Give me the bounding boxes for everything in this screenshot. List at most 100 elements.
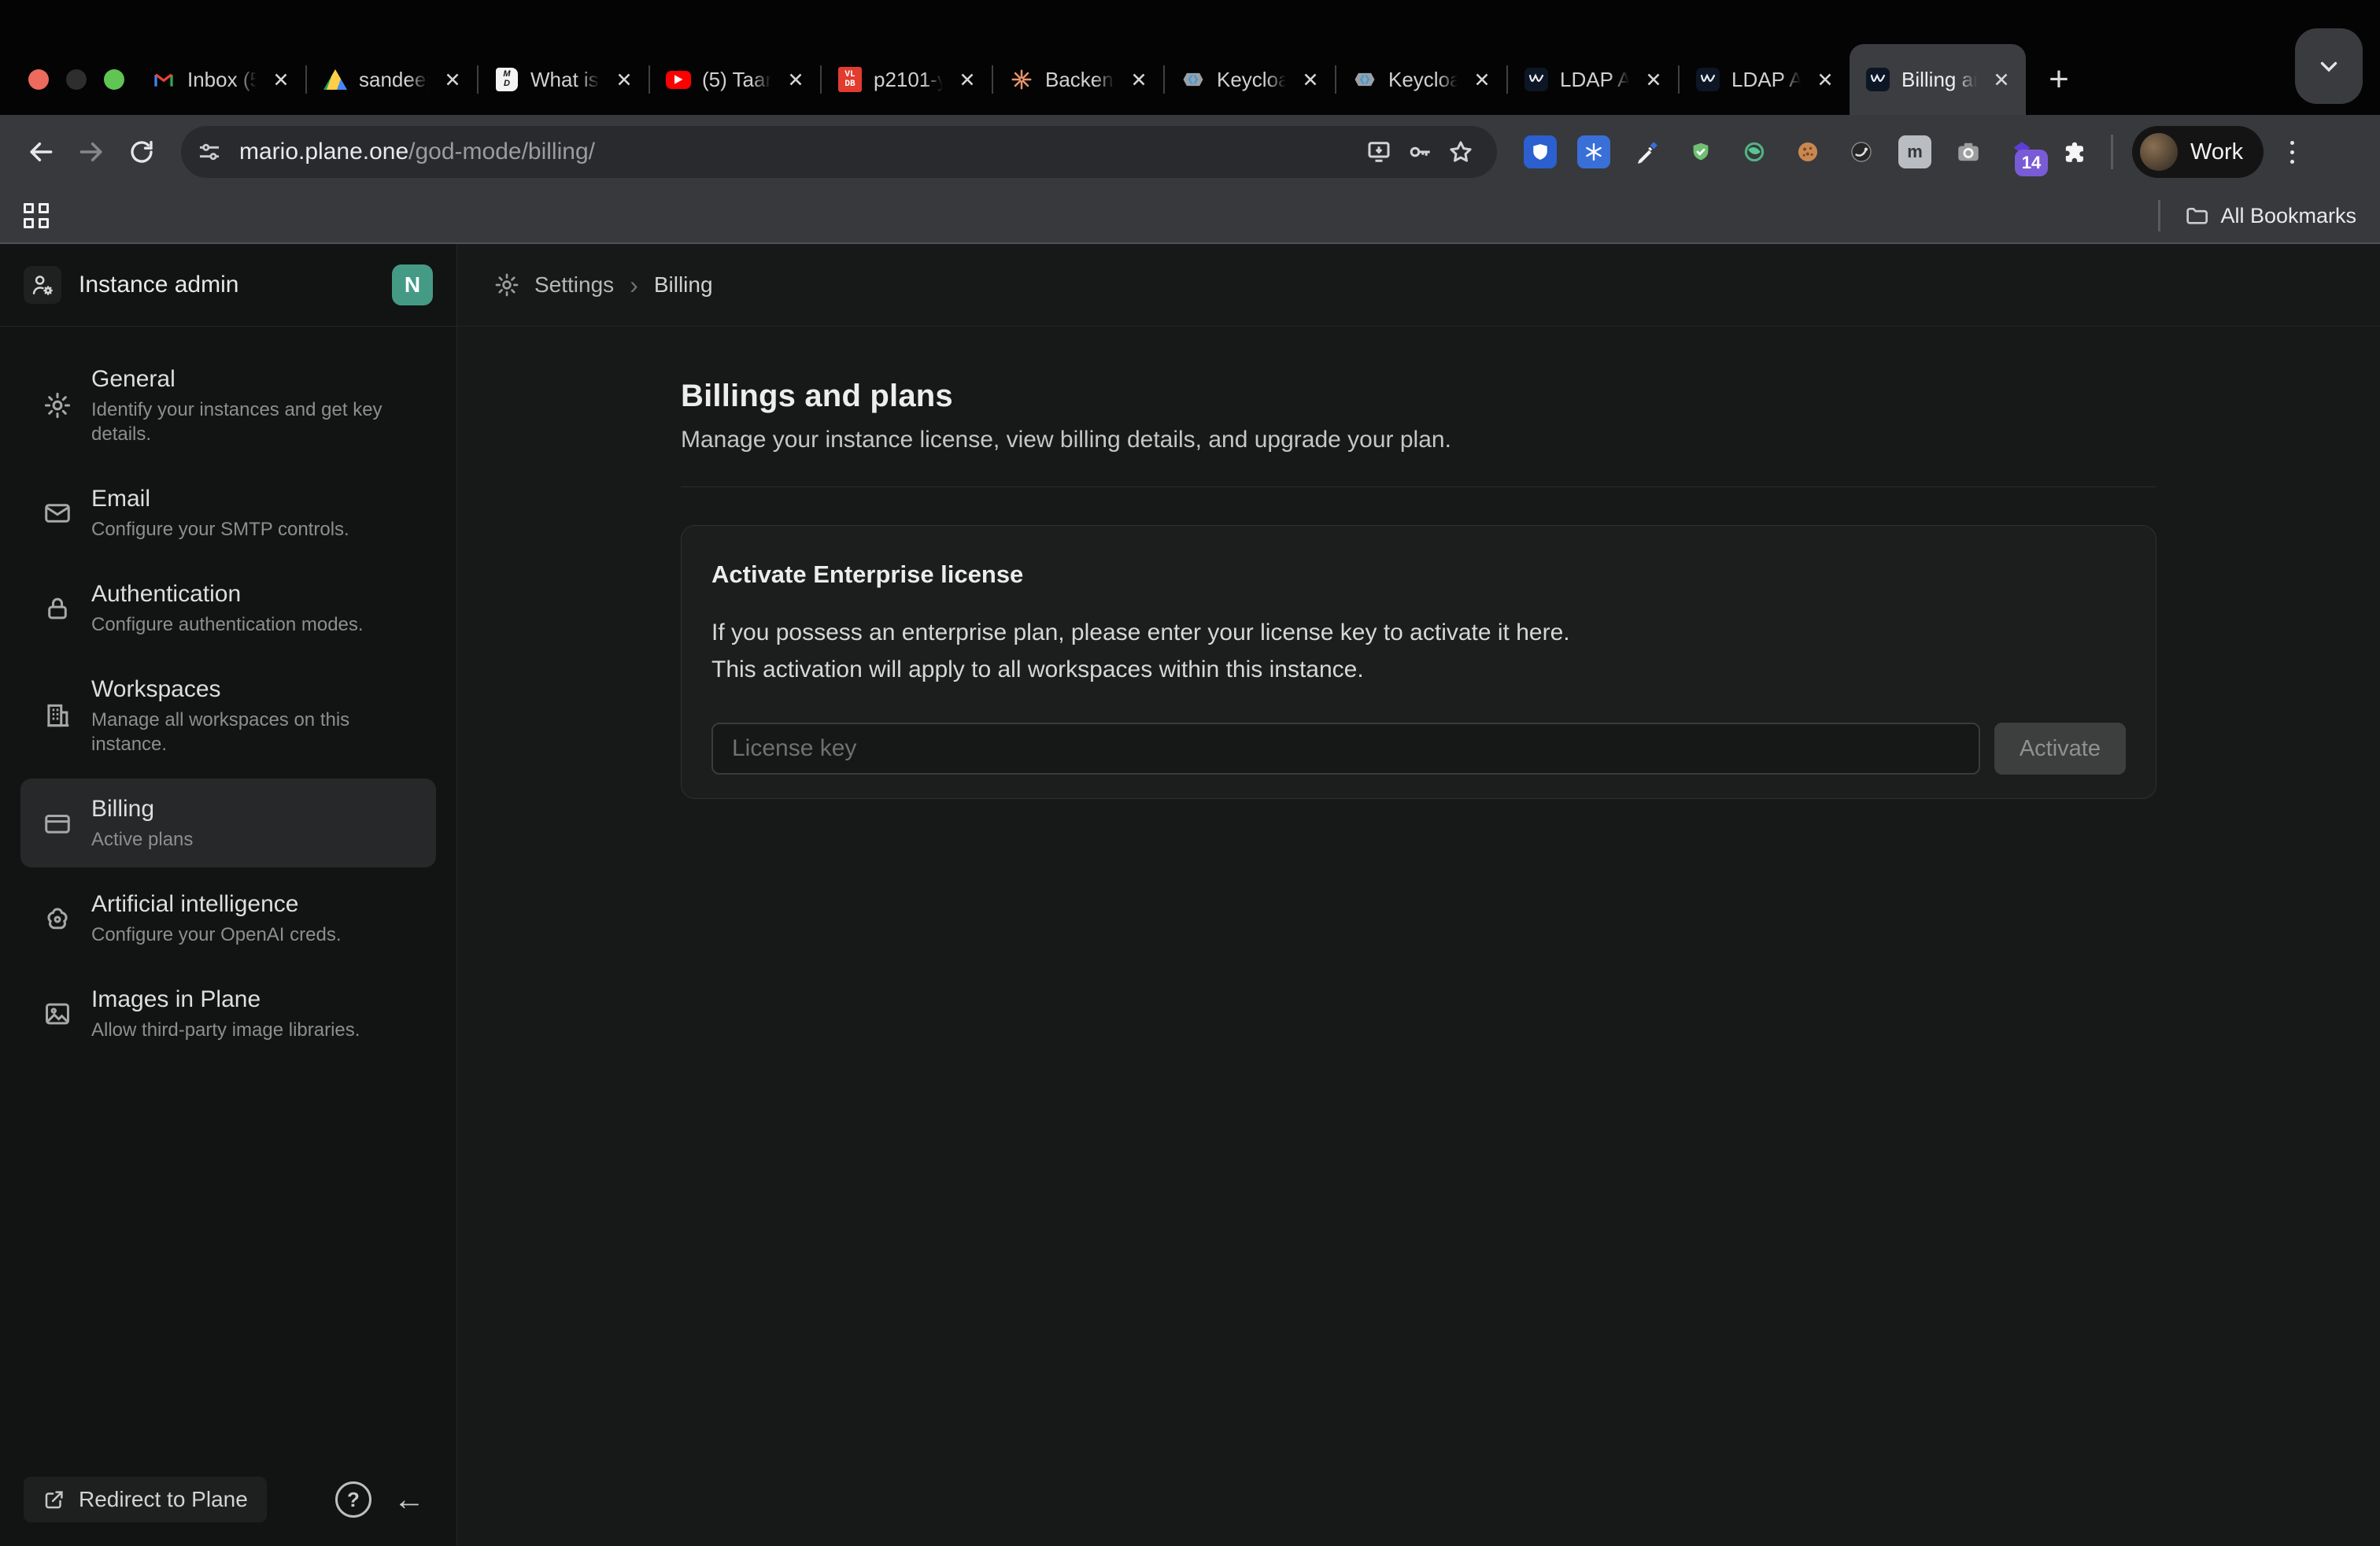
close-window-button[interactable] xyxy=(28,69,49,90)
sidebar-item-general[interactable]: General Identify your instances and get … xyxy=(20,349,436,462)
breadcrumb-settings[interactable]: Settings xyxy=(534,272,614,298)
toolbar-divider xyxy=(2111,135,2113,169)
tab-close-icon[interactable] xyxy=(1299,68,1322,91)
collapse-sidebar-icon[interactable]: ← xyxy=(394,1484,425,1515)
browser-tab-inbox[interactable]: Inbox (5) xyxy=(135,44,305,115)
divider xyxy=(681,486,2156,487)
site-info-icon[interactable] xyxy=(190,133,228,171)
keycloak-favicon xyxy=(1181,67,1206,92)
sidebar-nav: General Identify your instances and get … xyxy=(0,327,456,1477)
password-key-icon[interactable] xyxy=(1399,131,1440,172)
license-key-input[interactable] xyxy=(711,723,1980,775)
folder-icon xyxy=(2184,203,2209,228)
url-path: /god-mode/billing/ xyxy=(408,139,595,165)
tab-label: Keycloak xyxy=(1217,68,1288,92)
redirect-to-plane-button[interactable]: Redirect to Plane xyxy=(24,1477,267,1522)
user-avatar[interactable]: N xyxy=(392,264,433,305)
tab-label: Inbox (5) xyxy=(187,68,258,92)
tab-label: p2101-ya xyxy=(874,68,944,92)
sidebar-item-desc: Configure authentication modes. xyxy=(91,612,364,637)
puzzle-extensions-icon[interactable] xyxy=(2059,135,2092,168)
tab-close-icon[interactable] xyxy=(269,68,293,91)
layers-ext-icon[interactable]: 14 xyxy=(2005,135,2038,168)
browser-tab-backend[interactable]: Backend xyxy=(993,44,1163,115)
browser-menu-icon[interactable] xyxy=(2276,128,2308,176)
tab-label: Backend xyxy=(1045,68,1116,92)
all-bookmarks-label: All Bookmarks xyxy=(2220,204,2356,228)
orbit-ext-icon[interactable] xyxy=(1845,135,1878,168)
m-ext-icon[interactable]: m xyxy=(1898,135,1931,168)
sidebar-item-title: Workspaces xyxy=(91,675,416,705)
leaf-ext-icon[interactable] xyxy=(1738,135,1771,168)
browser-tab-keycloak-2[interactable]: Keycloak xyxy=(1336,44,1506,115)
tab-close-icon[interactable] xyxy=(612,68,636,91)
browser-tab-drive[interactable]: sandeep xyxy=(307,44,477,115)
envelope-icon xyxy=(41,497,74,530)
browser-tab-ldap-1[interactable]: LDAP Au xyxy=(1508,44,1678,115)
back-button[interactable] xyxy=(16,127,66,177)
plane-favicon xyxy=(1865,67,1890,92)
image-icon xyxy=(41,997,74,1030)
profile-avatar xyxy=(2140,133,2178,171)
camera-ext-icon[interactable] xyxy=(1952,135,1985,168)
browser-tab-keycloak-1[interactable]: Keycloak xyxy=(1165,44,1335,115)
shield-ext-icon[interactable] xyxy=(1524,135,1557,168)
maximize-window-button[interactable] xyxy=(104,69,124,90)
sidebar-item-workspaces[interactable]: Workspaces Manage all workspaces on this… xyxy=(20,659,436,772)
sidebar-item-authentication[interactable]: Authentication Configure authentication … xyxy=(20,564,436,653)
browser-tab-what-is[interactable]: MD What is xyxy=(479,44,649,115)
forward-button[interactable] xyxy=(66,127,116,177)
window-controls[interactable] xyxy=(28,69,124,90)
green-shield-ext-icon[interactable] xyxy=(1684,135,1717,168)
tab-close-icon[interactable] xyxy=(441,68,464,91)
tab-close-icon[interactable] xyxy=(1642,68,1665,91)
sidebar-item-desc: Manage all workspaces on this instance. xyxy=(91,708,416,756)
sidebar-item-title: Authentication xyxy=(91,579,364,609)
url-host: mario.plane.one xyxy=(239,139,408,165)
tab-close-icon[interactable] xyxy=(1990,68,2013,91)
bookmark-star-icon[interactable] xyxy=(1440,131,1481,172)
browser-window: Inbox (5) sandeep MD What is (5) Taar xyxy=(0,0,2380,1546)
tab-close-icon[interactable] xyxy=(1813,68,1837,91)
profile-chip[interactable]: Work xyxy=(2132,126,2264,178)
color-picker-ext-icon[interactable] xyxy=(1631,135,1664,168)
sidebar-item-artificial-intelligence[interactable]: Artificial intelligence Configure your O… xyxy=(20,874,436,963)
browser-tab-billing-active[interactable]: Billing an xyxy=(1850,44,2026,115)
browser-tab-vldb[interactable]: VLDB p2101-ya xyxy=(822,44,992,115)
help-icon[interactable]: ? xyxy=(335,1481,371,1518)
cookie-ext-icon[interactable] xyxy=(1791,135,1824,168)
address-bar[interactable]: mario.plane.one/god-mode/billing/ xyxy=(181,126,1497,178)
sidebar-header: Instance admin N xyxy=(0,244,456,327)
profile-name: Work xyxy=(2190,139,2243,165)
main-content: Billings and plans Manage your instance … xyxy=(457,327,2380,1546)
sidebar-item-title: Artificial intelligence xyxy=(91,890,342,919)
breadcrumb: Settings › Billing xyxy=(457,244,2380,327)
tab-close-icon[interactable] xyxy=(784,68,808,91)
tab-close-icon[interactable] xyxy=(955,68,979,91)
sidebar-item-images-in-plane[interactable]: Images in Plane Allow third-party image … xyxy=(20,969,436,1058)
activate-button[interactable]: Activate xyxy=(1994,723,2126,775)
tab-close-icon[interactable] xyxy=(1127,68,1151,91)
minimize-window-button[interactable] xyxy=(66,69,87,90)
tab-close-icon[interactable] xyxy=(1470,68,1494,91)
browser-tab-ldap-2[interactable]: LDAP Au xyxy=(1680,44,1850,115)
sidebar-item-desc: Configure your OpenAI creds. xyxy=(91,923,342,947)
sidebar-item-title: General xyxy=(91,364,416,394)
install-app-icon[interactable] xyxy=(1358,131,1399,172)
reload-button[interactable] xyxy=(116,127,167,177)
card-line-1: If you possess an enterprise plan, pleas… xyxy=(711,614,2126,651)
sidebar-item-email[interactable]: Email Configure your SMTP controls. xyxy=(20,468,436,557)
browser-tab-youtube[interactable]: (5) Taara xyxy=(650,44,820,115)
snowflake-ext-icon[interactable] xyxy=(1577,135,1610,168)
bookmarks-bar: All Bookmarks xyxy=(0,189,2380,244)
tab-search-button[interactable] xyxy=(2295,28,2363,104)
gear-icon xyxy=(41,389,74,422)
sidebar-item-desc: Active plans xyxy=(91,827,193,852)
lock-icon xyxy=(41,592,74,625)
apps-grid-icon[interactable] xyxy=(24,203,49,228)
tab-label: sandeep xyxy=(359,68,430,92)
bookmarks-divider xyxy=(2158,200,2160,231)
sidebar-item-billing[interactable]: Billing Active plans xyxy=(20,779,436,867)
all-bookmarks-button[interactable]: All Bookmarks xyxy=(2184,203,2356,228)
new-tab-button[interactable]: + xyxy=(2034,54,2084,105)
